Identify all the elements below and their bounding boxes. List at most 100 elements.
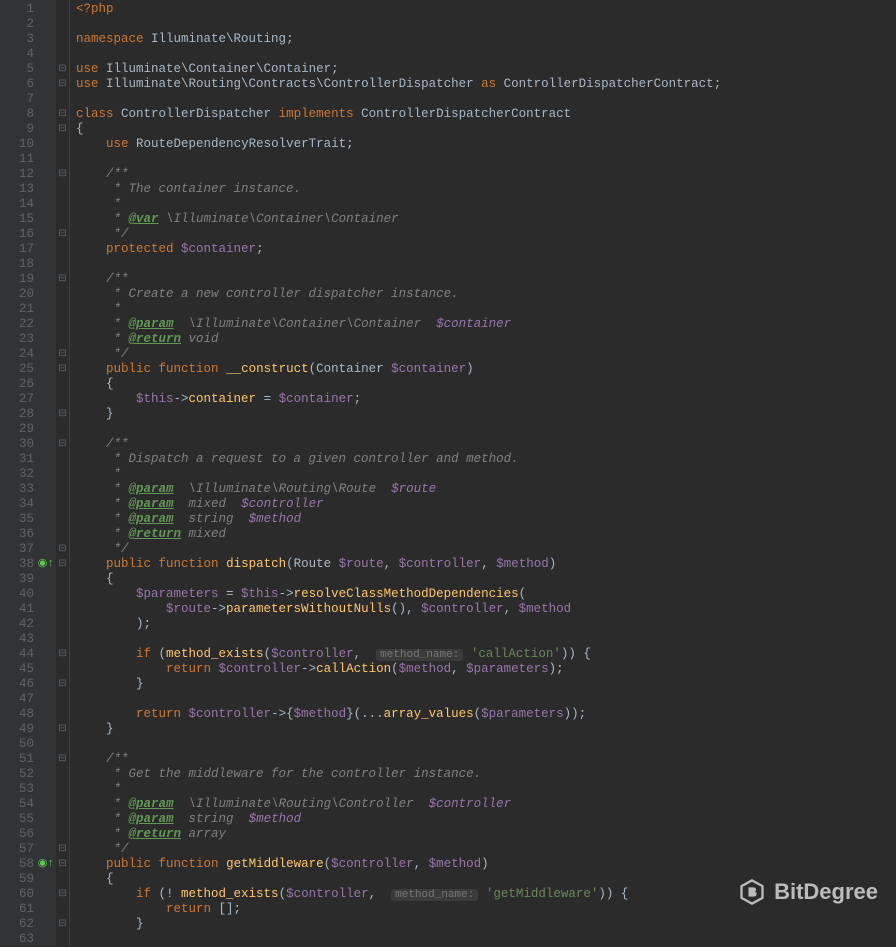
line-number[interactable]: 6 bbox=[0, 77, 56, 92]
fold-toggle[interactable]: ⊟ bbox=[56, 227, 69, 242]
code-line[interactable]: * Get the middleware for the controller … bbox=[76, 767, 896, 782]
code-line[interactable]: * @param \Illuminate\Container\Container… bbox=[76, 317, 896, 332]
line-number[interactable]: 44 bbox=[0, 647, 56, 662]
line-number[interactable]: 60 bbox=[0, 887, 56, 902]
fold-toggle[interactable]: ⊟ bbox=[56, 407, 69, 422]
code-line[interactable] bbox=[76, 257, 896, 272]
code-line[interactable]: * @param string $method bbox=[76, 512, 896, 527]
line-number[interactable]: 31 bbox=[0, 452, 56, 467]
line-number[interactable]: 35 bbox=[0, 512, 56, 527]
code-line[interactable] bbox=[76, 932, 896, 947]
code-line[interactable]: * Dispatch a request to a given controll… bbox=[76, 452, 896, 467]
line-number[interactable]: 53 bbox=[0, 782, 56, 797]
line-number-gutter[interactable]: 1234567891011121314151617181920212223242… bbox=[0, 0, 56, 946]
line-number[interactable]: 50 bbox=[0, 737, 56, 752]
line-number[interactable]: 7 bbox=[0, 92, 56, 107]
code-line[interactable]: public function dispatch(Route $route, $… bbox=[76, 557, 896, 572]
line-number[interactable]: 12 bbox=[0, 167, 56, 182]
code-line[interactable] bbox=[76, 17, 896, 32]
fold-column[interactable]: ⊟⊟⊟⊟⊟⊟⊟⊟⊟⊟⊟⊟⊟⊟⊟⊟⊟⊟⊟⊟⊟ bbox=[56, 0, 70, 946]
code-line[interactable]: */ bbox=[76, 542, 896, 557]
code-line[interactable]: { bbox=[76, 122, 896, 137]
line-number[interactable]: 42 bbox=[0, 617, 56, 632]
line-number[interactable]: 5 bbox=[0, 62, 56, 77]
code-line[interactable]: $this->container = $container; bbox=[76, 392, 896, 407]
code-line[interactable]: protected $container; bbox=[76, 242, 896, 257]
line-number[interactable]: 51 bbox=[0, 752, 56, 767]
code-line[interactable]: * @return void bbox=[76, 332, 896, 347]
line-number[interactable]: 48 bbox=[0, 707, 56, 722]
code-line[interactable]: /** bbox=[76, 167, 896, 182]
line-number[interactable]: 11 bbox=[0, 152, 56, 167]
line-number[interactable]: 40 bbox=[0, 587, 56, 602]
code-line[interactable]: * The container instance. bbox=[76, 182, 896, 197]
line-number[interactable]: 20 bbox=[0, 287, 56, 302]
line-number[interactable]: 55 bbox=[0, 812, 56, 827]
code-line[interactable]: ); bbox=[76, 617, 896, 632]
code-line[interactable]: * @param string $method bbox=[76, 812, 896, 827]
line-number[interactable]: 54 bbox=[0, 797, 56, 812]
line-number[interactable]: 25 bbox=[0, 362, 56, 377]
fold-toggle[interactable]: ⊟ bbox=[56, 107, 69, 122]
fold-toggle[interactable]: ⊟ bbox=[56, 542, 69, 557]
line-number[interactable]: 59 bbox=[0, 872, 56, 887]
line-number[interactable]: 61 bbox=[0, 902, 56, 917]
fold-toggle[interactable]: ⊟ bbox=[56, 362, 69, 377]
code-line[interactable]: use Illuminate\Container\Container; bbox=[76, 62, 896, 77]
line-number[interactable]: 43 bbox=[0, 632, 56, 647]
code-line[interactable] bbox=[76, 737, 896, 752]
code-line[interactable]: use Illuminate\Routing\Contracts\Control… bbox=[76, 77, 896, 92]
code-line[interactable] bbox=[76, 692, 896, 707]
line-number[interactable]: 56 bbox=[0, 827, 56, 842]
code-line[interactable] bbox=[76, 92, 896, 107]
code-line[interactable]: * @var \Illuminate\Container\Container bbox=[76, 212, 896, 227]
line-number[interactable]: 38◉↑ bbox=[0, 557, 56, 572]
line-number[interactable]: 16 bbox=[0, 227, 56, 242]
fold-toggle[interactable]: ⊟ bbox=[56, 272, 69, 287]
line-number[interactable]: 34 bbox=[0, 497, 56, 512]
code-line[interactable]: */ bbox=[76, 227, 896, 242]
fold-toggle[interactable]: ⊟ bbox=[56, 887, 69, 902]
code-line[interactable] bbox=[76, 152, 896, 167]
line-number[interactable]: 26 bbox=[0, 377, 56, 392]
code-line[interactable]: */ bbox=[76, 347, 896, 362]
line-number[interactable]: 41 bbox=[0, 602, 56, 617]
line-number[interactable]: 63 bbox=[0, 932, 56, 947]
code-line[interactable]: } bbox=[76, 677, 896, 692]
line-number[interactable]: 36 bbox=[0, 527, 56, 542]
line-number[interactable]: 19 bbox=[0, 272, 56, 287]
code-line[interactable]: * @return mixed bbox=[76, 527, 896, 542]
code-line[interactable]: class ControllerDispatcher implements Co… bbox=[76, 107, 896, 122]
code-line[interactable]: if (method_exists($controller, method_na… bbox=[76, 647, 896, 662]
code-line[interactable]: * Create a new controller dispatcher ins… bbox=[76, 287, 896, 302]
line-number[interactable]: 9 bbox=[0, 122, 56, 137]
fold-toggle[interactable]: ⊟ bbox=[56, 122, 69, 137]
fold-toggle[interactable]: ⊟ bbox=[56, 347, 69, 362]
fold-toggle[interactable]: ⊟ bbox=[56, 917, 69, 932]
line-number[interactable]: 18 bbox=[0, 257, 56, 272]
fold-toggle[interactable]: ⊟ bbox=[56, 557, 69, 572]
line-number[interactable]: 22 bbox=[0, 317, 56, 332]
line-number[interactable]: 28 bbox=[0, 407, 56, 422]
line-number[interactable]: 45 bbox=[0, 662, 56, 677]
line-number[interactable]: 15 bbox=[0, 212, 56, 227]
code-line[interactable]: namespace Illuminate\Routing; bbox=[76, 32, 896, 47]
fold-toggle[interactable]: ⊟ bbox=[56, 842, 69, 857]
code-line[interactable]: * bbox=[76, 467, 896, 482]
code-line[interactable]: public function getMiddleware($controlle… bbox=[76, 857, 896, 872]
line-number[interactable]: 57 bbox=[0, 842, 56, 857]
fold-toggle[interactable]: ⊟ bbox=[56, 857, 69, 872]
code-line[interactable]: } bbox=[76, 917, 896, 932]
code-line[interactable]: /** bbox=[76, 437, 896, 452]
line-number[interactable]: 21 bbox=[0, 302, 56, 317]
line-number[interactable]: 62 bbox=[0, 917, 56, 932]
line-number[interactable]: 29 bbox=[0, 422, 56, 437]
code-line[interactable]: * bbox=[76, 197, 896, 212]
line-number[interactable]: 39 bbox=[0, 572, 56, 587]
line-number[interactable]: 37 bbox=[0, 542, 56, 557]
line-number[interactable]: 2 bbox=[0, 17, 56, 32]
code-line[interactable]: return $controller->callAction($method, … bbox=[76, 662, 896, 677]
code-line[interactable]: /** bbox=[76, 752, 896, 767]
line-number[interactable]: 47 bbox=[0, 692, 56, 707]
code-editor[interactable]: 1234567891011121314151617181920212223242… bbox=[0, 0, 896, 946]
